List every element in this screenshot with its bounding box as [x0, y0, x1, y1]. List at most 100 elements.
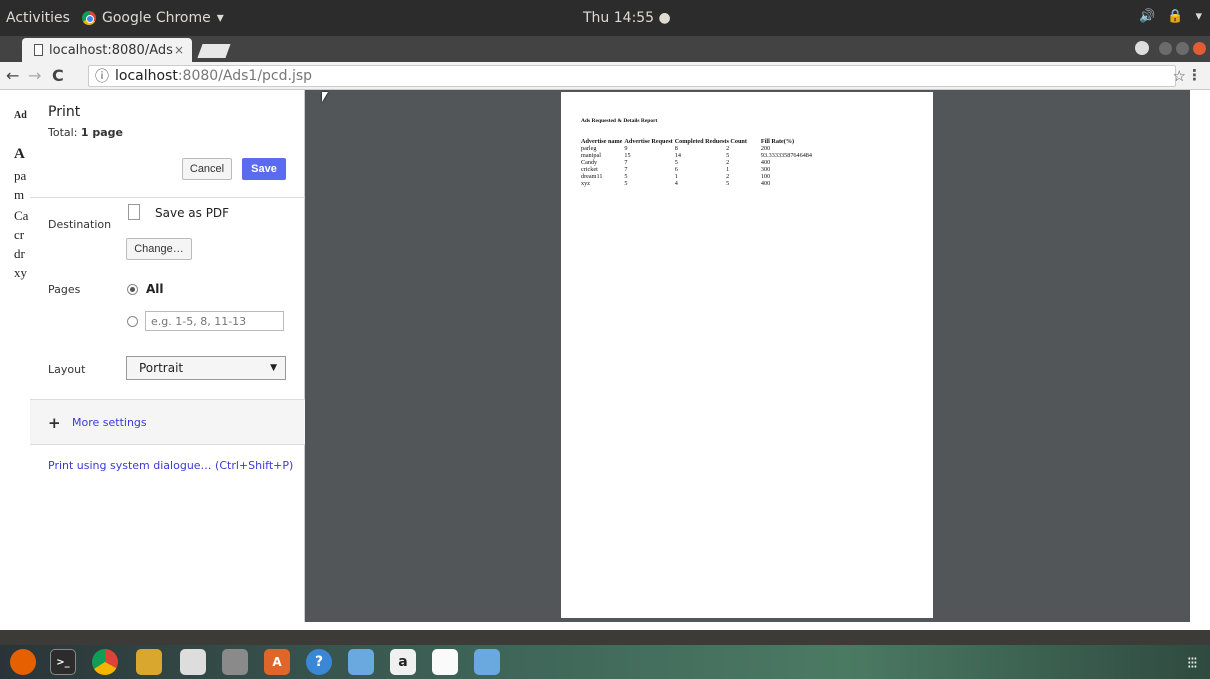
more-settings-row[interactable]: + More settings: [30, 399, 305, 445]
total-label: Total:: [48, 126, 78, 139]
clock[interactable]: Thu 14:55 ●: [583, 10, 671, 26]
table-cell: dream11: [581, 173, 603, 180]
camera-icon[interactable]: [180, 649, 206, 675]
layout-value: Portrait: [139, 361, 184, 375]
layout-label: Layout: [48, 363, 86, 376]
files-icon[interactable]: [222, 649, 248, 675]
pages-custom-radio[interactable]: [127, 316, 138, 327]
table-cell: parleg: [581, 145, 597, 152]
table-cell: 400: [760, 159, 771, 166]
back-icon[interactable]: ←: [6, 66, 19, 85]
browser-tab[interactable]: localhost:8080/Ads ×: [22, 38, 192, 62]
table-cell: 5: [726, 180, 730, 187]
browser-toolbar: ← → C ⓘ localhost :8080/Ads1/pcd.jsp ☆ ⋮: [0, 62, 1210, 90]
more-settings-link[interactable]: More settings: [72, 416, 147, 429]
table-cell: 14: [674, 152, 681, 159]
reload-icon[interactable]: C: [52, 66, 64, 85]
layout-select[interactable]: Portrait ▼: [126, 356, 286, 380]
col-header: Completed Reduests Count: [674, 138, 747, 145]
table-cell: 15: [624, 152, 631, 159]
table-cell: 5: [726, 152, 730, 159]
pages-all-radio[interactable]: [127, 284, 138, 295]
virtualbox-icon[interactable]: [348, 649, 374, 675]
table-row: manipal 15 14 5 93.33333587646484: [581, 152, 814, 159]
system-tray[interactable]: 🔊 🔒 ▾: [1139, 9, 1202, 24]
tab-strip: localhost:8080/Ads ×: [0, 36, 1210, 62]
system-menu-caret-icon[interactable]: ▾: [1195, 9, 1202, 24]
pages-range-input[interactable]: [145, 311, 284, 331]
document-icon[interactable]: [432, 649, 458, 675]
page-fragment: xy: [14, 265, 27, 280]
table-cell: 5: [624, 180, 628, 187]
system-dialog-link[interactable]: Print using system dialogue… (Ctrl+Shift…: [48, 459, 293, 472]
cancel-button[interactable]: Cancel: [182, 158, 232, 180]
bookmark-star-icon[interactable]: ☆: [1173, 67, 1186, 85]
table-cell: 300: [760, 166, 771, 173]
top-bar: Activities Google Chrome ▾ Thu 14:55 ● 🔊…: [0, 0, 1210, 36]
lock-icon[interactable]: 🔒: [1167, 9, 1183, 24]
chrome-menu-icon[interactable]: ⋮: [1187, 66, 1202, 84]
table-row: xyz 5 4 5 400: [581, 180, 814, 187]
table-cell: 200: [760, 145, 771, 152]
table-cell: Candy: [581, 159, 598, 166]
new-tab-button[interactable]: [197, 44, 231, 58]
table-cell: 5: [674, 159, 678, 166]
report-body: parleg 9 8 2 200 manipal 15 14 5 93.3333358764648…: [581, 145, 814, 187]
table-cell: 2: [726, 159, 730, 166]
volume-icon[interactable]: 🔊: [1139, 9, 1155, 24]
save-button[interactable]: Save: [242, 158, 286, 180]
firefox-icon[interactable]: [10, 649, 36, 675]
chrome-icon[interactable]: [92, 649, 118, 675]
amazon-icon[interactable]: a: [390, 649, 416, 675]
page-fragment: pa: [14, 168, 27, 183]
change-destination-button[interactable]: Change…: [126, 238, 192, 260]
close-window-button[interactable]: [1193, 41, 1206, 55]
table-row: dream11 5 1 2 100: [581, 173, 814, 180]
table-cell: cricket: [581, 166, 598, 173]
print-preview-area: Ads Requested & Details Report Advertise…: [305, 90, 1190, 622]
print-total: Total: 1 page: [48, 126, 123, 139]
total-value: 1 page: [80, 126, 124, 139]
page-fragment: Ad: [14, 110, 27, 121]
url-path: :8080/Ads1/pcd.jsp: [177, 68, 313, 84]
forward-icon[interactable]: →: [28, 66, 41, 85]
report-title: Ads Requested & Details Report: [581, 118, 658, 124]
pages-all-label: All: [146, 282, 164, 296]
pages-label: Pages: [48, 283, 81, 296]
preview-page: Ads Requested & Details Report Advertise…: [561, 92, 933, 618]
virtualbox2-icon[interactable]: [474, 649, 500, 675]
col-header: Advertise Request: [624, 138, 673, 145]
minimize-button[interactable]: [1159, 41, 1172, 55]
screenshot-icon[interactable]: [136, 649, 162, 675]
table-cell: 1: [674, 173, 678, 180]
terminal-icon[interactable]: >_: [50, 649, 76, 675]
table-cell: 9: [624, 145, 628, 152]
table-cell: 2: [726, 145, 730, 152]
app-menu[interactable]: Google Chrome ▾: [82, 10, 224, 26]
page-fragment: dr: [14, 246, 25, 261]
site-info-icon[interactable]: ⓘ: [95, 66, 109, 86]
pdf-document-icon: [128, 204, 140, 220]
maximize-button[interactable]: [1176, 41, 1189, 55]
destination-label: Destination: [48, 218, 112, 231]
table-cell: 7: [624, 166, 628, 173]
table-cell: 93.33333587646484: [760, 152, 812, 159]
help-icon[interactable]: ?: [306, 649, 332, 675]
table-row: Candy 7 5 2 400: [581, 159, 814, 166]
tab-close-icon[interactable]: ×: [174, 43, 184, 57]
page-fragment: m: [14, 187, 25, 202]
print-settings-panel: Print Total: 1 page Cancel Save Destinat…: [30, 90, 305, 622]
destination-value: Save as PDF: [155, 206, 230, 220]
window-controls: [1135, 41, 1206, 55]
table-cell: 5: [624, 173, 628, 180]
activities-button[interactable]: Activities: [6, 10, 70, 26]
profile-icon[interactable]: [1135, 41, 1149, 55]
col-header: Fill Rate(%): [760, 138, 795, 145]
plus-icon: +: [48, 414, 61, 432]
mouse-cursor-icon: [322, 92, 328, 102]
address-bar[interactable]: ⓘ localhost :8080/Ads1/pcd.jsp: [88, 65, 1176, 87]
software-icon[interactable]: A: [264, 649, 290, 675]
show-applications-icon[interactable]: ⁝⁝⁝: [1187, 653, 1198, 672]
table-cell: 2: [726, 173, 730, 180]
table-cell: 6: [674, 166, 678, 173]
